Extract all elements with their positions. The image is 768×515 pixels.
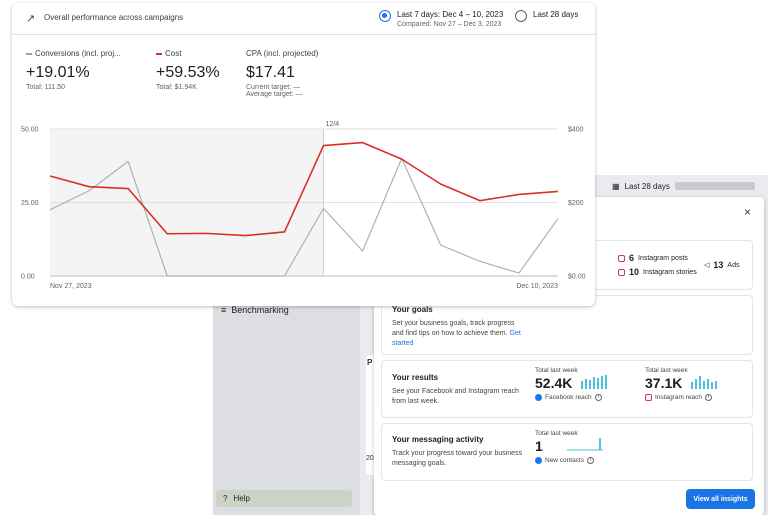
goals-title: Your goals — [392, 305, 433, 314]
metric-source-label: Facebook reach — [545, 394, 592, 401]
results-description: See your Facebook and Instagram reach fr… — [392, 388, 519, 405]
help-button[interactable]: ? Help — [216, 490, 352, 507]
new-contacts-sparkline — [567, 438, 603, 451]
right-axis-tick: $0.00 — [568, 274, 586, 281]
right-axis-tick: $200 — [568, 200, 584, 207]
metric-source-label: Instagram reach — [655, 394, 702, 401]
x-axis-label-end: Dec 10, 2023 — [516, 283, 558, 290]
stat-instagram-posts: 6 Instagram posts — [618, 253, 688, 263]
facebook-icon — [535, 394, 542, 401]
question-icon: ? — [223, 494, 228, 503]
left-axis-tick: 50.00 — [21, 127, 39, 134]
metric-source: Facebook reach i — [535, 394, 602, 401]
info-icon[interactable]: i — [704, 394, 712, 401]
results-card: Your results See your Facebook and Insta… — [381, 360, 753, 418]
messaging-description: Track your progress toward your business… — [392, 450, 523, 467]
background-row-number: 20 — [366, 455, 374, 462]
calendar-icon: ▦ — [612, 181, 620, 191]
goals-text: Set your business goals, track progress … — [392, 320, 515, 337]
stat-label: Instagram stories — [643, 268, 697, 276]
benchmark-icon: ≡ — [221, 305, 227, 315]
left-axis-tick: 0.00 — [21, 274, 35, 281]
right-axis-tick: $400 — [568, 127, 584, 134]
x-axis-label-start: Nov 27, 2023 — [50, 283, 92, 290]
stat-number: 6 — [629, 253, 635, 263]
facebook-reach-sparkline — [581, 375, 607, 389]
stat-label: Instagram posts — [638, 254, 688, 262]
goals-description: Set your business goals, track progress … — [392, 319, 527, 349]
instagram-reach-sparkline — [691, 376, 717, 389]
metric-source: Instagram reach i — [645, 394, 712, 401]
sidebar-item-label: Benchmarking — [231, 305, 289, 315]
stat-instagram-stories: 10 Instagram stories — [618, 267, 697, 277]
info-icon[interactable]: i — [594, 394, 602, 401]
megaphone-icon: ◁ — [704, 262, 710, 269]
metric-source-label: New contacts — [545, 457, 585, 464]
instagram-icon — [645, 394, 652, 401]
date-range-selector[interactable]: ▦ Last 28 days — [600, 175, 768, 197]
close-icon[interactable]: × — [744, 205, 751, 219]
stat-ads: ◁ 13 Ads — [704, 260, 739, 270]
stat-label: Ads — [727, 261, 740, 269]
background-section-initial: P — [367, 358, 373, 367]
instagram-icon — [618, 254, 625, 262]
performance-line-chart: 50.00 $400 25.00 $200 0.00 $0.00 12/4 Nov 27, 2… — [21, 121, 586, 290]
performance-card: ↗ Overall performance across campaigns L… — [12, 3, 595, 306]
messaging-title: Your messaging activity — [392, 435, 484, 444]
results-title: Your results — [392, 373, 439, 382]
view-all-insights-button[interactable]: View all insights — [686, 489, 755, 509]
left-axis-tick: 25.00 — [21, 200, 39, 207]
blurred-date-range — [674, 182, 755, 190]
metric-source: New contacts i — [535, 457, 595, 464]
marker-label: 12/4 — [326, 121, 340, 128]
facebook-icon — [535, 457, 542, 464]
info-icon[interactable]: i — [587, 457, 595, 464]
instagram-icon — [618, 268, 625, 276]
messaging-card: Your messaging activity Track your progr… — [381, 423, 753, 481]
stat-number: 10 — [629, 267, 640, 277]
stat-number: 13 — [713, 260, 724, 270]
date-range-label: Last 28 days — [624, 181, 670, 191]
sidebar-item-benchmarking[interactable]: ≡ Benchmarking — [221, 305, 289, 315]
help-label: Help — [233, 494, 250, 503]
